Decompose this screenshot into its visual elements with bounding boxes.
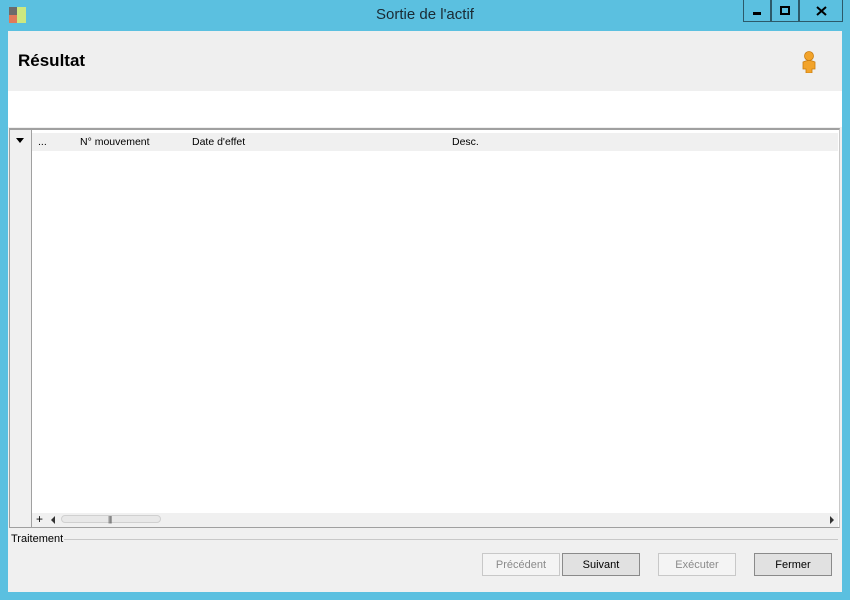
close-icon <box>815 5 827 16</box>
section-label: Traitement <box>11 533 64 545</box>
execute-button[interactable]: Exécuter <box>658 553 736 576</box>
title-bar[interactable]: Sortie de l'actif <box>0 0 850 31</box>
maximize-icon <box>780 5 790 15</box>
column-header-description[interactable]: Desc. <box>452 136 479 148</box>
previous-button[interactable]: Précédent <box>482 553 560 576</box>
scroll-right-icon[interactable] <box>830 516 834 524</box>
maximize-button[interactable] <box>771 0 799 22</box>
grid-footer: + ||| <box>32 512 838 527</box>
window-title: Sortie de l'actif <box>376 6 474 23</box>
close-button[interactable]: Fermer <box>754 553 832 576</box>
section-divider <box>64 539 838 540</box>
page-title: Résultat <box>18 51 86 70</box>
grip-icon: ||| <box>108 515 112 524</box>
row-indicator-column <box>10 130 32 527</box>
scroll-left-icon[interactable] <box>51 516 55 524</box>
grid-header: ... N° mouvement Date d'effet Desc. <box>32 133 838 151</box>
column-chooser-icon[interactable] <box>16 138 24 143</box>
column-header-more[interactable]: ... <box>38 136 47 148</box>
add-row-button[interactable]: + <box>36 512 43 526</box>
filter-area <box>8 91 842 127</box>
minimize-button[interactable] <box>743 0 771 22</box>
column-header-movement-number[interactable]: N° mouvement <box>80 136 150 148</box>
client-area: Résultat ... N° mouvement Date d'effet D… <box>8 31 842 592</box>
close-window-button[interactable] <box>799 0 843 22</box>
horizontal-scrollbar-thumb[interactable]: ||| <box>61 515 161 524</box>
minimize-icon <box>753 11 761 15</box>
results-grid[interactable]: ... N° mouvement Date d'effet Desc. + ||… <box>9 128 840 528</box>
next-button[interactable]: Suivant <box>562 553 640 576</box>
column-header-effective-date[interactable]: Date d'effet <box>192 136 245 148</box>
window: Sortie de l'actif Résultat ... N° mouvem… <box>0 0 850 600</box>
header-panel: Résultat <box>8 31 842 91</box>
user-icon <box>802 51 816 73</box>
